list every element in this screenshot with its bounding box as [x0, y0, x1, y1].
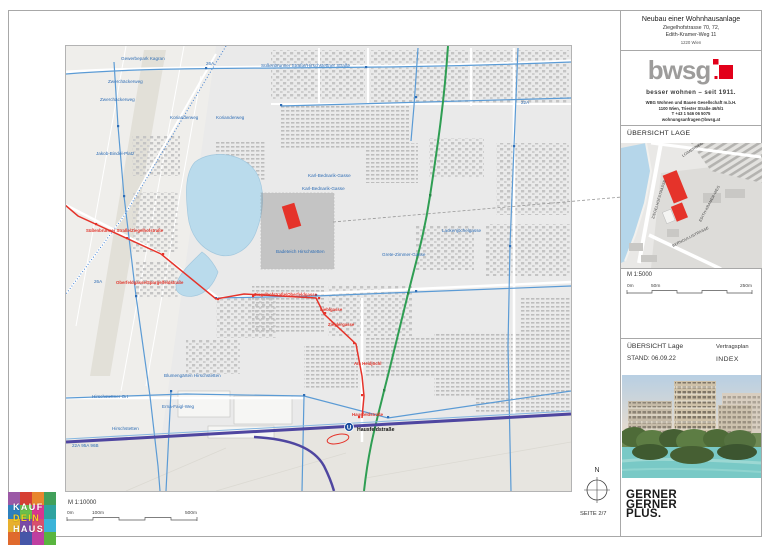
main-map: U Gewerbepark Kagran Süßenbrunner Straße/…: [65, 45, 572, 492]
date-label: STAND: 06.09.22: [627, 355, 676, 362]
svg-text:Erna-Faigl-Weg: Erna-Faigl-Weg: [162, 404, 195, 409]
svg-text:Hausfeldstraße: Hausfeldstraße: [352, 412, 384, 417]
overview-heading: ÜBERSICHT LAGE: [627, 130, 690, 137]
project-city: 1220 Wien: [621, 40, 761, 45]
svg-text:50m: 50m: [651, 283, 660, 289]
svg-text:Zwerchäckerweg: Zwerchäckerweg: [100, 97, 135, 102]
page-number: SEITE 2/7: [580, 511, 606, 517]
svg-text:Karl-Bednarik-Gasse: Karl-Bednarik-Gasse: [302, 186, 345, 191]
panel-line: [620, 50, 762, 51]
svg-text:Jakob-Bindel-Platz: Jakob-Bindel-Platz: [96, 151, 135, 156]
logo-line: HAUS: [13, 524, 56, 535]
project-address-1: Ziegelhofstrasse 70, 72,: [621, 25, 761, 31]
svg-text:Am Heidjöchl: Am Heidjöchl: [354, 361, 381, 366]
svg-text:N: N: [594, 467, 599, 474]
svg-text:22A 95A 96B: 22A 95A 96B: [72, 443, 99, 448]
svg-text:22A: 22A: [521, 100, 530, 105]
main-scale-bar: 0m 100m 500m: [66, 508, 201, 526]
svg-text:500m: 500m: [185, 510, 197, 516]
svg-text:Korianderweg: Korianderweg: [170, 115, 199, 120]
svg-text:Süßenbrunner Straße/Ziegelhofs: Süßenbrunner Straße/Ziegelhofstraße: [86, 228, 164, 233]
svg-text:26A: 26A: [94, 279, 103, 284]
svg-text:Ziegelhofstraße/Oberfeldgasse: Ziegelhofstraße/Oberfeldgasse: [254, 292, 318, 297]
svg-text:Korianderweg: Korianderweg: [216, 115, 245, 120]
detail-extent-overlay: [261, 193, 334, 269]
svg-text:Badeteich Hirschstetten: Badeteich Hirschstetten: [276, 249, 325, 254]
svg-text:Karl-Bednarik-Gasse: Karl-Bednarik-Gasse: [308, 173, 351, 178]
svg-text:Hirschstettner Ort: Hirschstettner Ort: [92, 394, 129, 399]
ubahn-station-icon: U: [345, 423, 354, 432]
bwsg-squares-icon: [712, 59, 734, 83]
svg-text:Zieglergasse: Zieglergasse: [328, 322, 355, 327]
svg-text:Süßenbrunner Straße/Hirschstet: Süßenbrunner Straße/Hirschstettner Straß…: [261, 63, 351, 68]
architect-logo: GERNER GERNER PLUS.: [626, 491, 677, 520]
logo-line: KAUF: [13, 502, 56, 513]
kaufdeinhaus-logo: KAUF DEIN HAUS: [8, 492, 56, 545]
architect-line: PLUS.: [626, 510, 677, 520]
project-address-2: Edith-Kramer-Weg 11: [621, 32, 761, 38]
svg-text:Grete-Zimmer-Gasse: Grete-Zimmer-Gasse: [382, 252, 426, 257]
plan-type-label: ÜBERSICHT Lage: [627, 343, 683, 350]
svg-text:Zwerchäckerweg: Zwerchäckerweg: [108, 79, 143, 84]
svg-text:Hirschstetten: Hirschstetten: [112, 426, 139, 431]
svg-text:Gewerbepark Kagran: Gewerbepark Kagran: [121, 56, 165, 61]
svg-text:U: U: [347, 426, 351, 432]
svg-text:Hausfeldstraße: Hausfeldstraße: [357, 427, 395, 433]
svg-text:0m: 0m: [67, 510, 74, 516]
svg-text:Oberfeldgasse/Spargelfeldstraß: Oberfeldgasse/Spargelfeldstraße: [116, 280, 184, 285]
logo-line: DEIN: [13, 513, 56, 524]
panel-line: [620, 125, 762, 126]
panel-line: [620, 268, 762, 269]
city-map-svg: U Gewerbepark Kagran Süßenbrunner Straße/…: [66, 46, 571, 491]
svg-text:Lackenjöchelgasse: Lackenjöchelgasse: [442, 228, 482, 233]
title-block: Neubau einer Wohnhausanlage Ziegelhofstr…: [621, 13, 761, 45]
bwsg-tagline: besser wohnen – seit 1911.: [621, 89, 761, 96]
svg-text:Blumengärten Hirschstetten: Blumengärten Hirschstetten: [164, 373, 221, 378]
project-title: Neubau einer Wohnhausanlage: [621, 16, 761, 23]
bwsg-wordmark: bwsg: [648, 59, 710, 81]
main-scale-label: M 1:10000: [68, 500, 96, 506]
panel-line: [620, 338, 762, 339]
plan-sheet: U Gewerbepark Kagran Süßenbrunner Straße/…: [0, 0, 770, 545]
bwsg-address-line: wohnungsanfragen@bwsg.at: [621, 117, 761, 123]
kaufdeinhaus-text: KAUF DEIN HAUS: [8, 492, 56, 545]
svg-text:250m: 250m: [740, 283, 752, 289]
project-rendering: [622, 375, 761, 478]
overview-scale-bar: 0m 50m 250m: [626, 281, 756, 297]
north-compass: N: [581, 464, 613, 506]
svg-text:Lieblgasse: Lieblgasse: [320, 307, 343, 312]
bwsg-logo: bwsg: [621, 59, 761, 85]
overview-scale-label: M 1:5000: [627, 272, 652, 278]
svg-text:26A: 26A: [206, 61, 215, 66]
bwsg-logo-block: bwsg besser wohnen – seit 1911. WBG Wohn…: [621, 52, 761, 123]
index-label: INDEX: [716, 356, 739, 363]
svg-text:100m: 100m: [92, 510, 104, 516]
contract-plan-label: Vertragsplan: [716, 344, 749, 350]
svg-text:0m: 0m: [627, 283, 634, 289]
bwsg-address: WBG Wohnen und Bauen Gesellschaft m.b.H.…: [621, 100, 761, 123]
overview-map: LOIMERWEGZIEGELHOFSTRASSEEDITH-KRAMER-WE…: [621, 143, 762, 268]
